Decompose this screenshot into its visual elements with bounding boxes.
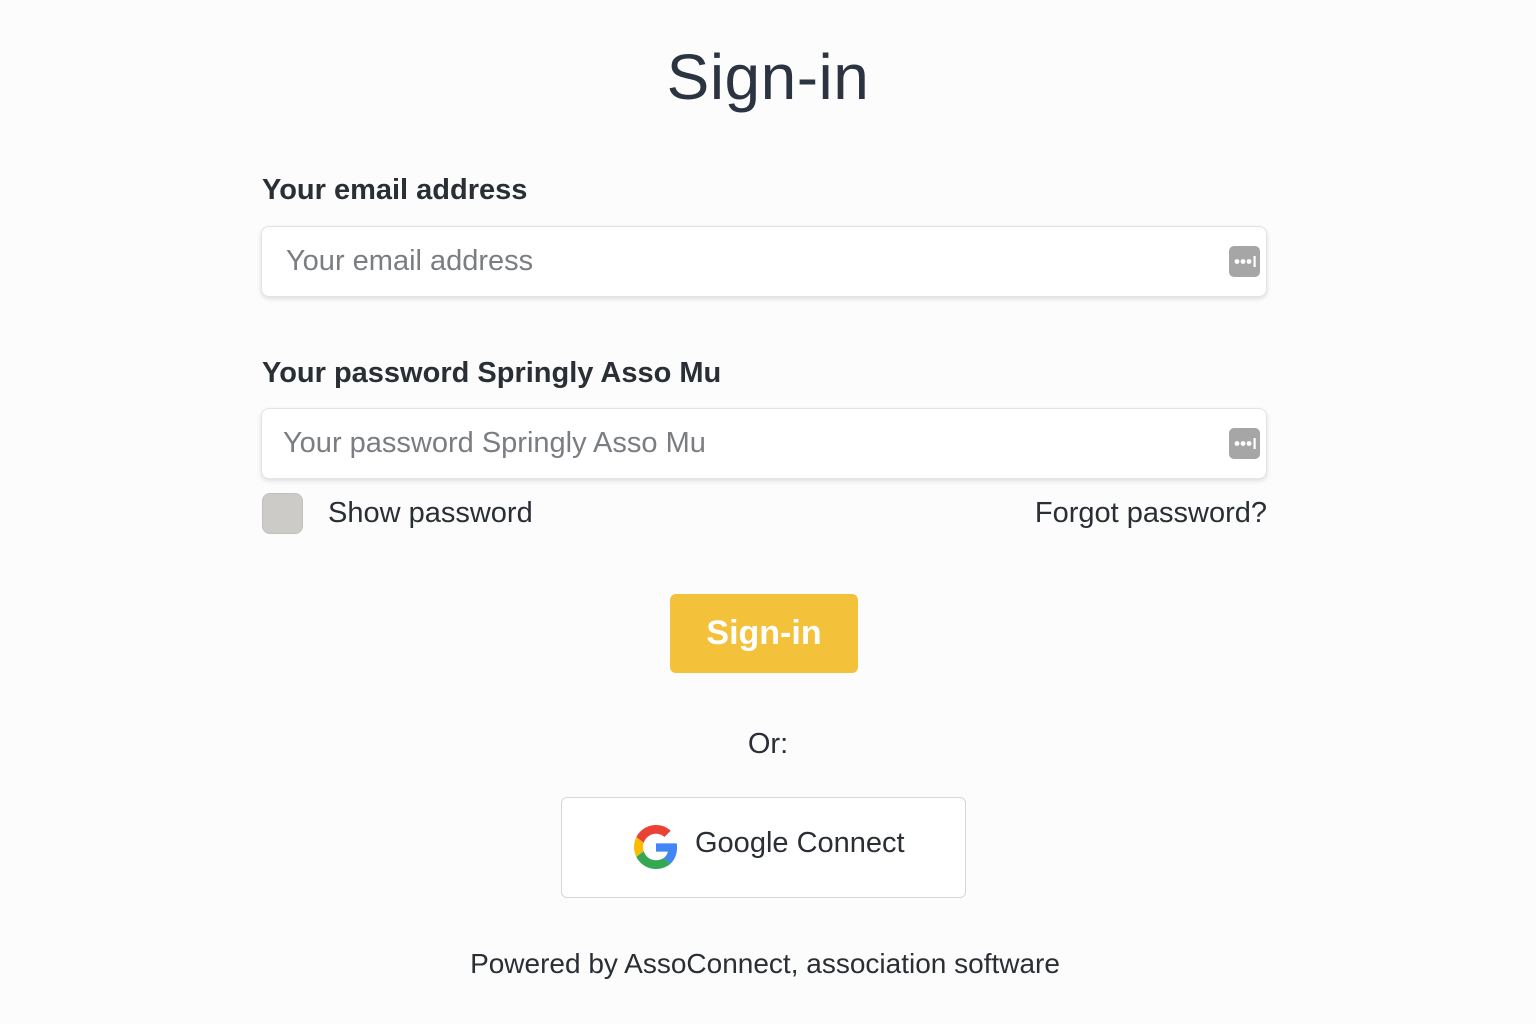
email-field-container <box>261 226 1267 297</box>
show-password-checkbox[interactable] <box>262 493 303 534</box>
forgot-password-link[interactable]: Forgot password? <box>1035 497 1267 530</box>
password-input[interactable] <box>262 409 1266 478</box>
sign-in-button[interactable]: Sign-in <box>670 594 858 673</box>
email-label: Your email address <box>262 174 528 206</box>
google-icon <box>634 825 678 869</box>
password-field-container <box>261 408 1267 479</box>
page-title: Sign-in <box>666 41 870 113</box>
google-connect-button[interactable]: Google Connect <box>561 797 966 898</box>
password-label: Your password Springly Asso Mu <box>262 357 722 389</box>
or-separator: Or: <box>747 728 789 760</box>
password-manager-icon[interactable] <box>1229 428 1260 459</box>
show-password-label[interactable]: Show password <box>328 497 533 530</box>
google-connect-label: Google Connect <box>695 827 905 859</box>
sign-in-page: Sign-in Your email address Your password… <box>0 0 1536 1024</box>
footer-text: Powered by AssoConnect, association soft… <box>470 948 1060 979</box>
password-manager-icon[interactable] <box>1229 246 1260 277</box>
email-input[interactable] <box>262 227 1266 296</box>
